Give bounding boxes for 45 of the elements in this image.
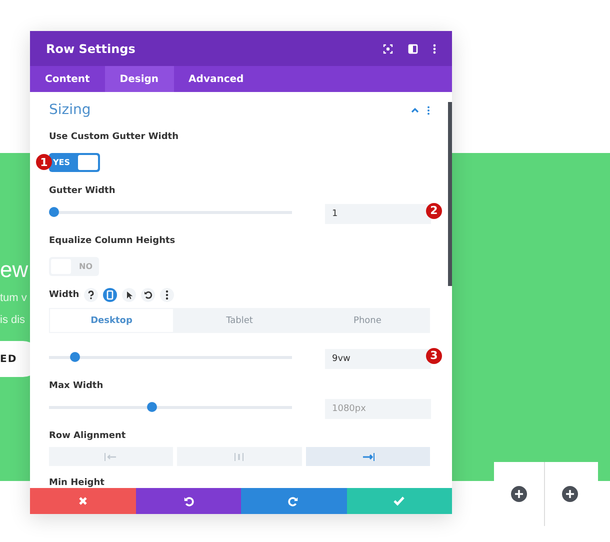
banner-text: tum v <box>0 291 27 306</box>
tab[interactable]: Content <box>30 66 105 92</box>
check-icon <box>393 496 406 506</box>
toggle-switch[interactable]: YES <box>49 152 100 172</box>
banner-heading: ew <box>0 256 28 284</box>
undo-icon <box>182 496 194 506</box>
focus-icon[interactable] <box>383 44 393 54</box>
section-title: Sizing <box>49 102 91 118</box>
help-icon[interactable] <box>84 288 98 302</box>
redo-icon <box>288 496 300 506</box>
field-label: Gutter Width <box>49 186 116 196</box>
add-icon[interactable] <box>511 486 527 502</box>
value-field[interactable]: 9vw <box>325 348 431 368</box>
field-label: Equalize Column Heights <box>49 236 176 246</box>
slider-track[interactable] <box>49 352 292 362</box>
sidebar-icon[interactable] <box>408 44 418 54</box>
more-icon[interactable] <box>160 288 174 302</box>
field-label: Row Alignment <box>49 431 126 441</box>
slider-thumb[interactable] <box>146 402 157 412</box>
close-icon <box>78 496 88 506</box>
slider-track[interactable] <box>49 207 292 217</box>
step-badge: 1 <box>36 154 52 170</box>
step-badge: 3 <box>426 348 442 364</box>
device-tab[interactable]: Desktop <box>49 308 174 333</box>
value-field[interactable]: 1 <box>325 204 431 224</box>
step-badge: 2 <box>426 202 442 218</box>
field-label: Max Width <box>49 381 104 391</box>
reset-icon[interactable] <box>141 288 156 302</box>
add-icon[interactable] <box>562 486 578 502</box>
modal-title: Row Settings <box>46 42 136 56</box>
collapse-icon[interactable] <box>411 107 419 113</box>
slider-track[interactable] <box>49 402 292 412</box>
scrollbar[interactable] <box>448 102 452 286</box>
phone-icon[interactable] <box>103 288 118 302</box>
cursor-icon[interactable] <box>122 288 136 302</box>
field-label: Use Custom Gutter Width <box>49 132 179 142</box>
slider-thumb[interactable] <box>70 352 80 362</box>
tab[interactable]: Advanced <box>174 66 259 92</box>
value-field[interactable]: 1080px <box>325 398 431 418</box>
slider-thumb[interactable] <box>49 207 59 217</box>
more-icon[interactable] <box>433 44 436 54</box>
tab[interactable]: Design <box>104 66 174 92</box>
field-label: Min Height <box>49 478 104 488</box>
field-label: Width <box>49 290 80 300</box>
banner-text: is dis <box>0 313 26 328</box>
